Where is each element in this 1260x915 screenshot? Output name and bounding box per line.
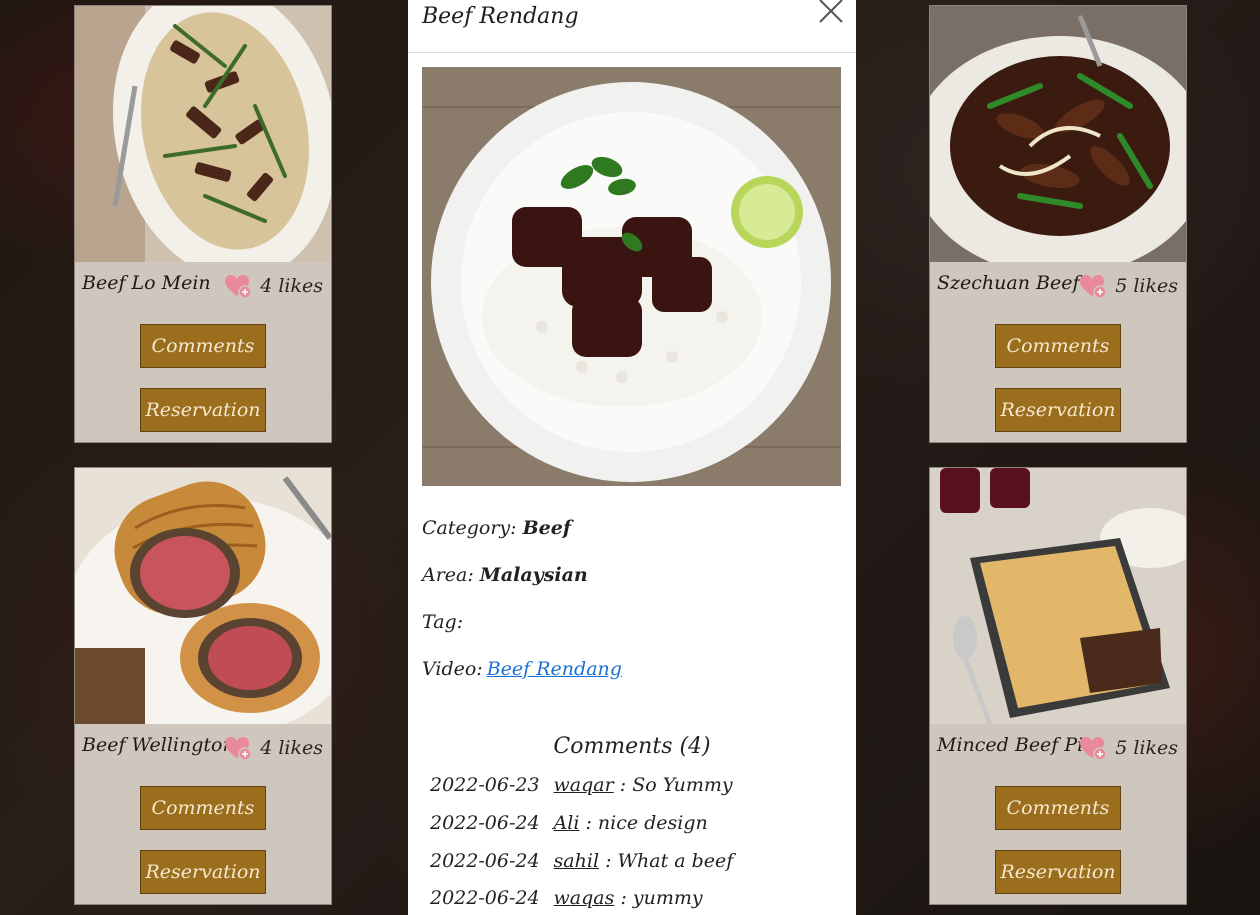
reservation-button[interactable]: Reservation bbox=[140, 850, 266, 894]
meal-photo bbox=[422, 67, 841, 486]
video-label: Video: bbox=[422, 658, 483, 680]
comment-date: 2022-06-24 bbox=[430, 850, 540, 872]
comments-button[interactable]: Comments bbox=[140, 324, 266, 368]
meal-photo bbox=[75, 468, 331, 724]
meal-photo bbox=[930, 468, 1186, 724]
area-label: Area: bbox=[422, 564, 474, 586]
comments-button[interactable]: Comments bbox=[995, 786, 1121, 830]
category-row: Category: Beef bbox=[422, 517, 571, 539]
comment-date: 2022-06-24 bbox=[430, 887, 540, 909]
meal-photo bbox=[930, 6, 1186, 262]
likes-count: 4 likes bbox=[224, 274, 323, 299]
meal-card: Minced Beef Pie 5 likes Comments Reserva… bbox=[929, 467, 1187, 905]
comment-date: 2022-06-23 bbox=[430, 774, 540, 796]
like-heart-icon[interactable] bbox=[1079, 736, 1107, 761]
comment-item: 2022-06-24 waqas : yummy bbox=[430, 887, 703, 909]
comment-user: sahil bbox=[553, 850, 600, 872]
close-icon[interactable] bbox=[818, 0, 844, 24]
area-value: Malaysian bbox=[479, 564, 588, 586]
comment-user: waqas bbox=[553, 887, 615, 909]
tag-row: Tag: bbox=[422, 611, 463, 633]
reservation-button[interactable]: Reservation bbox=[995, 388, 1121, 432]
comments-button[interactable]: Comments bbox=[140, 786, 266, 830]
comment-date: 2022-06-24 bbox=[430, 812, 540, 834]
meal-card: Beef Wellington 4 likes Comments Reserva… bbox=[74, 467, 332, 905]
comments-title: Comments (4) bbox=[553, 734, 711, 759]
comment-text: : What a beef bbox=[605, 850, 734, 872]
reservation-button[interactable]: Reservation bbox=[995, 850, 1121, 894]
comment-user: waqar bbox=[553, 774, 614, 796]
area-row: Area: Malaysian bbox=[422, 564, 588, 586]
video-row: Video: Beef Rendang bbox=[422, 658, 622, 680]
likes-label: 4 likes bbox=[260, 275, 323, 297]
reservation-button[interactable]: Reservation bbox=[140, 388, 266, 432]
tag-label: Tag: bbox=[422, 611, 464, 633]
likes-label: 4 likes bbox=[260, 737, 323, 759]
comments-button[interactable]: Comments bbox=[995, 324, 1121, 368]
meal-name: Minced Beef Pie bbox=[937, 734, 1095, 756]
like-heart-icon[interactable] bbox=[224, 274, 252, 299]
meal-name: Beef Wellington bbox=[82, 734, 235, 756]
meal-photo bbox=[75, 6, 331, 262]
video-link[interactable]: Beef Rendang bbox=[487, 658, 622, 680]
comment-user: Ali bbox=[553, 812, 580, 834]
like-heart-icon[interactable] bbox=[1079, 274, 1107, 299]
comment-item: 2022-06-24 Ali : nice design bbox=[430, 812, 708, 834]
meal-name: Beef Lo Mein bbox=[82, 272, 211, 294]
category-label: Category: bbox=[422, 517, 517, 539]
modal-header: Beef Rendang bbox=[408, 0, 856, 53]
meal-name: Szechuan Beef bbox=[937, 272, 1080, 294]
likes-label: 5 likes bbox=[1115, 737, 1178, 759]
meal-detail-modal: Beef Rendang Category: Beef Area: Malays… bbox=[408, 0, 856, 915]
comment-text: : nice design bbox=[585, 812, 708, 834]
likes-count: 5 likes bbox=[1079, 274, 1178, 299]
comment-text: : yummy bbox=[620, 887, 703, 909]
meal-card: Szechuan Beef 5 likes Comments Reservati… bbox=[929, 5, 1187, 443]
modal-title: Beef Rendang bbox=[422, 4, 579, 29]
comment-item: 2022-06-24 sahil : What a beef bbox=[430, 850, 733, 872]
comment-item: 2022-06-23 waqar : So Yummy bbox=[430, 774, 733, 796]
meal-card: Beef Lo Mein 4 likes Comments Reservatio… bbox=[74, 5, 332, 443]
likes-count: 5 likes bbox=[1079, 736, 1178, 761]
category-value: Beef bbox=[522, 517, 571, 539]
likes-count: 4 likes bbox=[224, 736, 323, 761]
comment-text: : So Yummy bbox=[619, 774, 733, 796]
like-heart-icon[interactable] bbox=[224, 736, 252, 761]
likes-label: 5 likes bbox=[1115, 275, 1178, 297]
